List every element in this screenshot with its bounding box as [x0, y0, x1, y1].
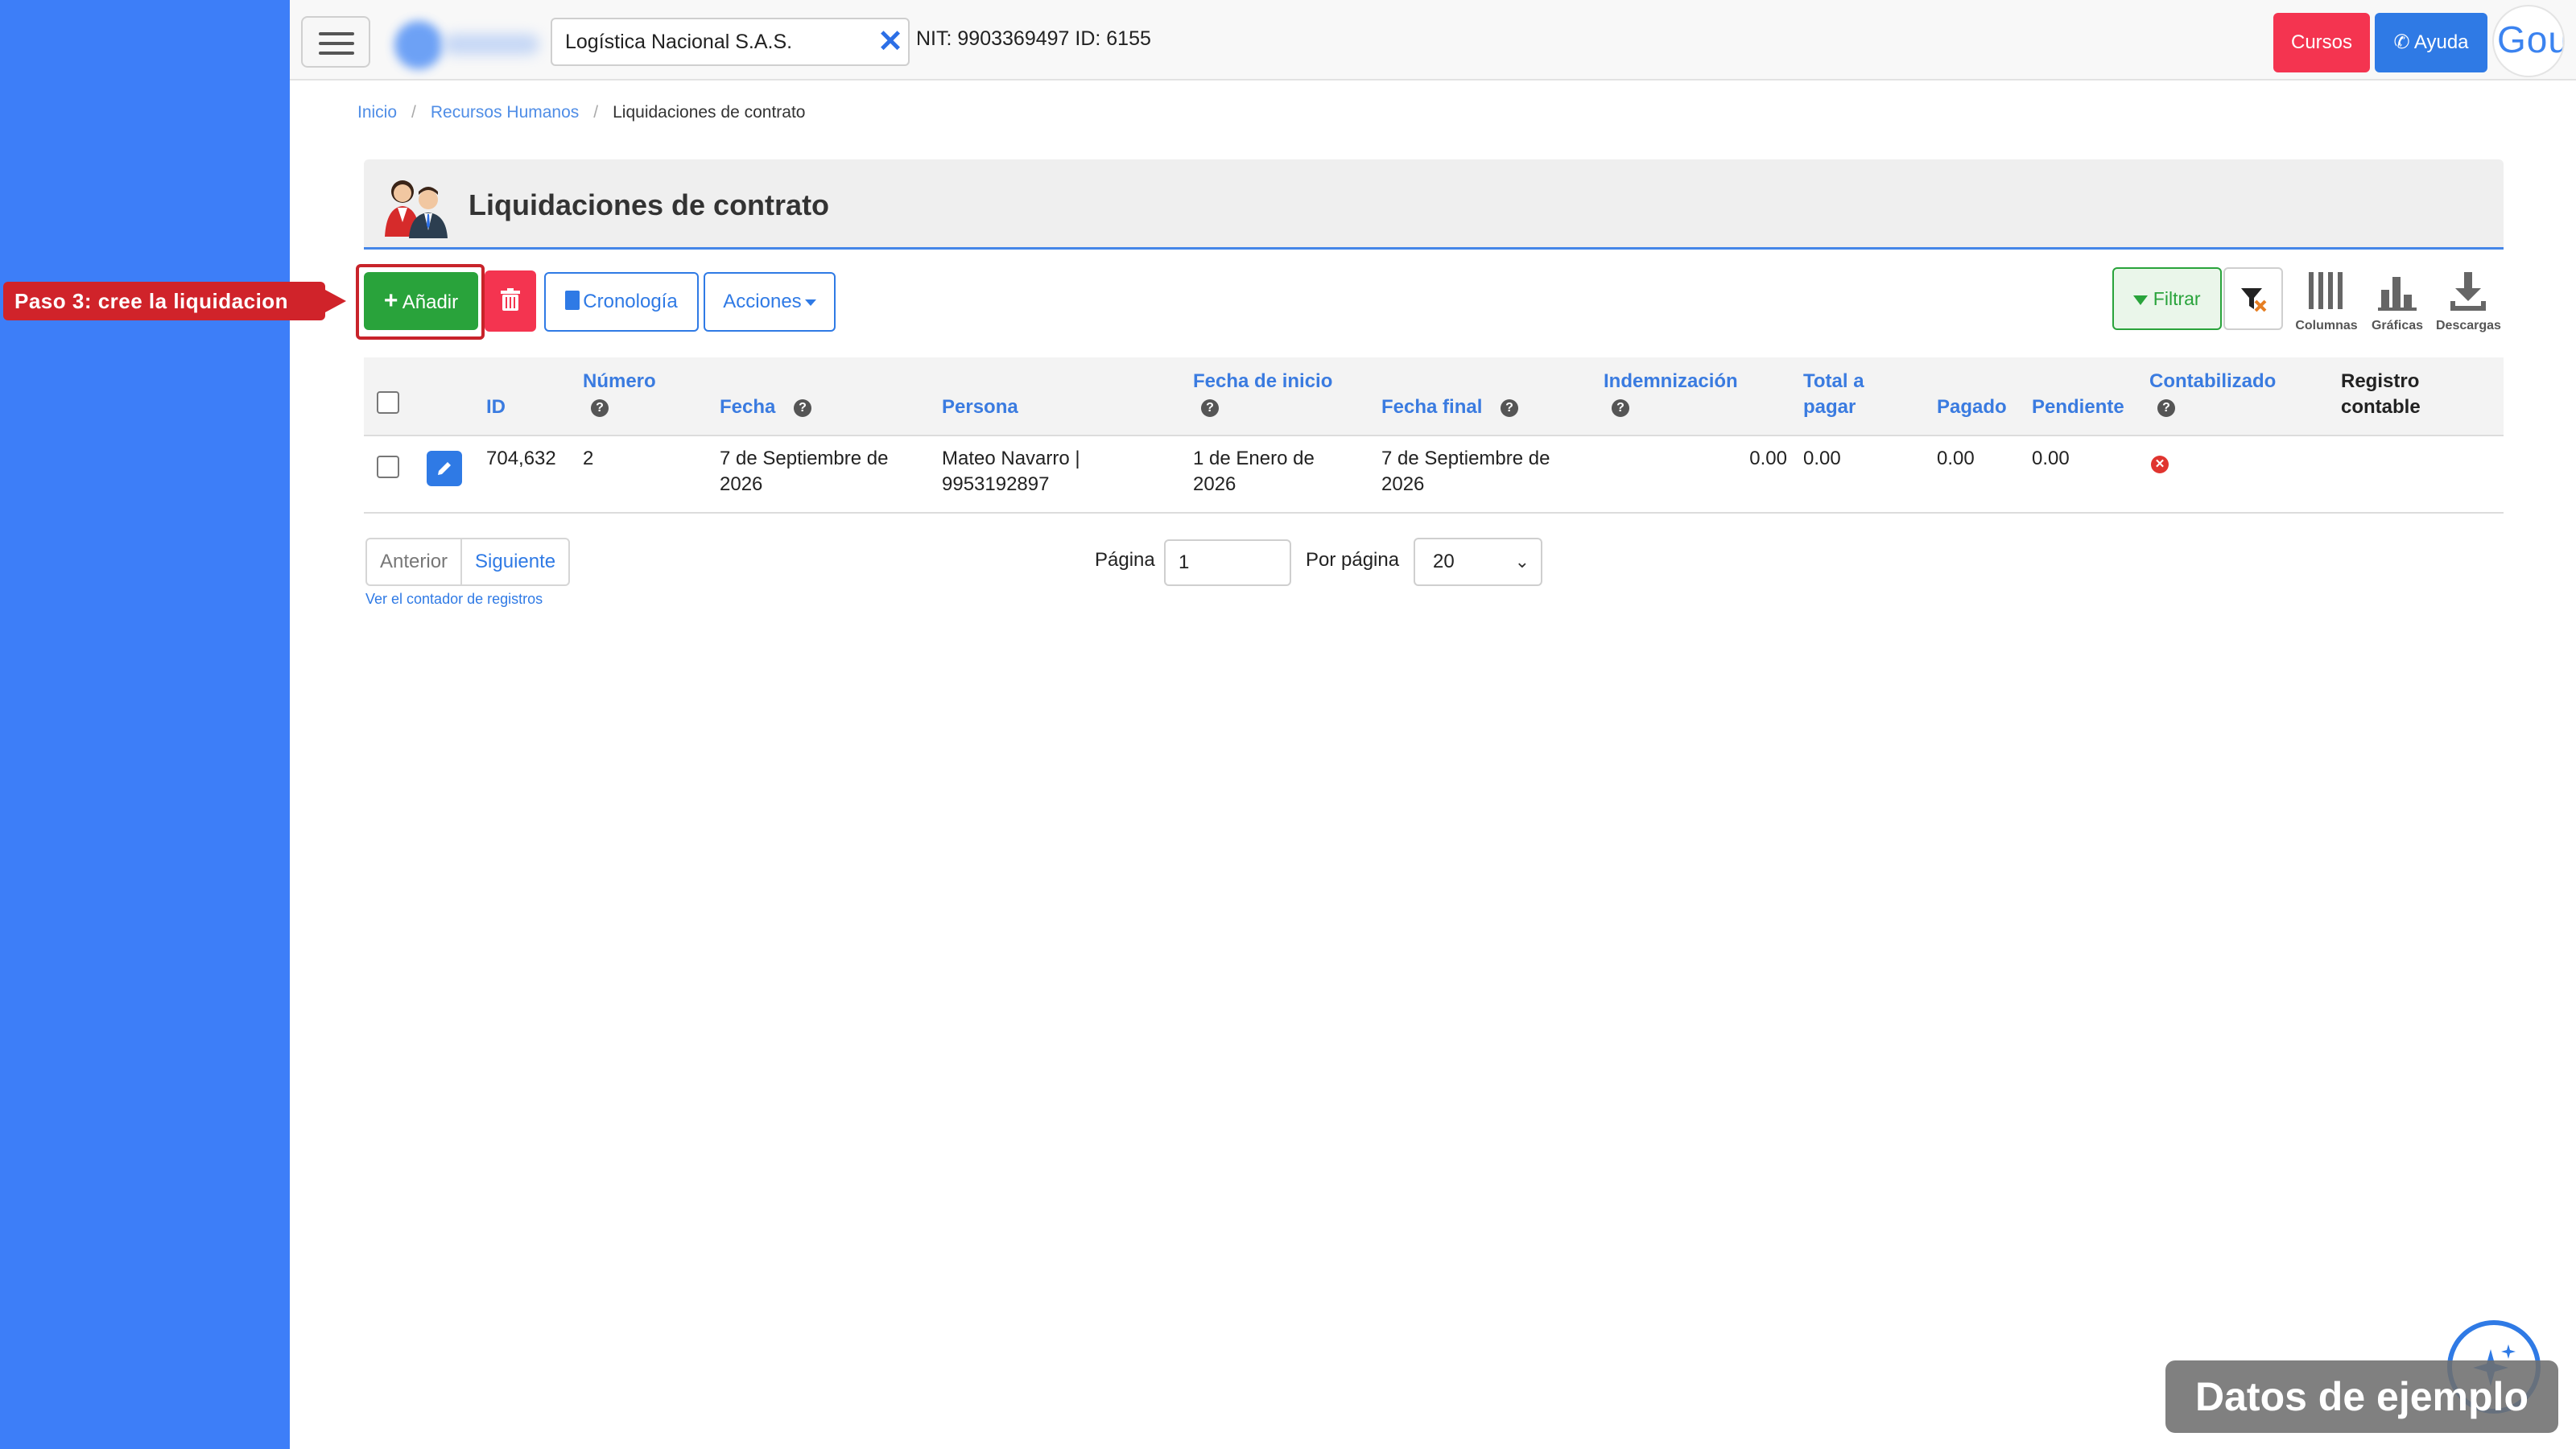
question-icon: ? [591, 398, 609, 417]
row-checkbox[interactable] [377, 456, 399, 478]
page-header: Liquidaciones de contrato [364, 159, 2504, 250]
ayuda-label: Ayuda [2413, 31, 2469, 53]
th-id[interactable]: ID [486, 394, 506, 420]
error-circle-icon: ✕ [2151, 456, 2169, 473]
table-row: 704,632 2 7 de Septiembre de 2026 Mateo N… [364, 436, 2504, 514]
cell-pagado: 0.00 [1937, 448, 1975, 469]
cell-fecha: 7 de Septiembre de 2026 [720, 448, 889, 495]
question-icon: ? [1501, 398, 1519, 417]
cell-numero: 2 [583, 448, 594, 469]
breadcrumb-inicio[interactable]: Inicio [357, 103, 397, 122]
filter-icon [2133, 295, 2149, 305]
filtrar-label: Filtrar [2153, 288, 2201, 309]
breadcrumb-recursos-humanos[interactable]: Recursos Humanos [431, 103, 579, 122]
pencil-icon [438, 462, 451, 475]
graficas-button[interactable]: Gráficas [2365, 272, 2429, 336]
top-navbar: Logística Nacional S.A.S. ✕ NIT: 9903369… [290, 0, 2576, 80]
columnas-button[interactable]: Columnas [2294, 272, 2359, 336]
book-icon [565, 291, 580, 310]
th-total-a-pagar[interactable]: Total a pagar [1803, 369, 1864, 420]
people-icon [385, 180, 448, 238]
question-icon: ? [1612, 398, 1629, 417]
acciones-dropdown[interactable]: Acciones [704, 272, 836, 332]
edit-row-button[interactable] [427, 451, 462, 486]
th-registro-contable: Registro contable [2341, 370, 2421, 418]
cell-fecha-final: 7 de Septiembre de 2026 [1381, 448, 1550, 495]
ayuda-button[interactable]: ✆ Ayuda [2375, 13, 2487, 72]
breadcrumb: Inicio / Recursos Humanos / Liquidaciones de… [357, 103, 806, 122]
user-avatar[interactable]: Gou [2492, 5, 2565, 77]
prev-page-button[interactable]: Anterior [367, 539, 463, 584]
cronologia-button[interactable]: Cronología [544, 272, 699, 332]
menu-icon [319, 32, 354, 35]
table-header: ID Número? Fecha ? Persona Fecha de inic… [364, 357, 2504, 436]
th-numero[interactable]: Número? [583, 369, 656, 420]
callout-arrow [325, 290, 346, 312]
left-sidebar [0, 0, 290, 1449]
avatar-text: Gou [2497, 19, 2565, 60]
menu-toggle-button[interactable] [301, 16, 370, 68]
th-fecha-final[interactable]: Fecha final ? [1381, 394, 1519, 420]
pagination: Anterior Siguiente [365, 538, 571, 586]
company-selector[interactable]: Logística Nacional S.A.S. ✕ [551, 18, 910, 66]
filtrar-button[interactable]: Filtrar [2112, 267, 2222, 330]
per-page-label: Por página [1306, 549, 1400, 571]
breadcrumb-current: Liquidaciones de contrato [613, 103, 806, 122]
add-button[interactable]: + Añadir [364, 272, 478, 330]
th-pendiente[interactable]: Pendiente [2032, 394, 2124, 420]
cell-fecha-inicio: 1 de Enero de 2026 [1193, 448, 1315, 495]
th-indemnizacion[interactable]: Indemnización? [1604, 369, 1738, 420]
company-name: Logística Nacional S.A.S. [565, 31, 793, 53]
select-all-checkbox[interactable] [377, 391, 399, 414]
cell-indemnizacion: 0.00 [1749, 448, 1787, 469]
page-label: Página [1095, 549, 1155, 571]
th-fecha-inicio[interactable]: Fecha de inicio? [1193, 369, 1332, 420]
record-counter-link[interactable]: Ver el contador de registros [365, 591, 543, 608]
trash-icon [501, 288, 520, 311]
clear-filter-button[interactable] [2223, 267, 2283, 330]
graficas-label: Gráficas [2371, 319, 2424, 332]
per-page-select[interactable]: 20 ⌄ [1414, 538, 1542, 586]
cronologia-label: Cronología [583, 291, 678, 312]
th-pagado[interactable]: Pagado [1937, 394, 2007, 420]
acciones-label: Acciones [723, 291, 802, 312]
page-title: Liquidaciones de contrato [469, 188, 830, 221]
cell-persona: Mateo Navarro | 9953192897 [942, 448, 1080, 495]
question-icon: ? [1201, 398, 1219, 417]
cell-pendiente: 0.00 [2032, 448, 2070, 469]
download-icon [2450, 272, 2486, 311]
chart-icon [2378, 277, 2417, 311]
columnas-label: Columnas [2295, 319, 2358, 332]
question-icon: ? [2157, 398, 2175, 417]
add-label: Añadir [402, 291, 459, 313]
caret-down-icon [804, 299, 816, 306]
plus-icon: + [383, 287, 398, 314]
app-logo[interactable] [394, 18, 543, 69]
step-callout: Paso 3: cree la liquidacion [3, 282, 325, 320]
next-page-button[interactable]: Siguiente [462, 539, 568, 584]
nit-info: NIT: 9903369497 ID: 6155 [916, 27, 1151, 50]
delete-button[interactable] [485, 270, 536, 332]
chevron-down-icon: ⌄ [1514, 551, 1530, 572]
sample-data-badge: Datos de ejemplo [2165, 1360, 2558, 1433]
th-persona[interactable]: Persona [942, 394, 1018, 420]
descargas-button[interactable]: Descargas [2436, 272, 2501, 336]
columns-icon [2309, 272, 2343, 309]
clear-filter-icon [2241, 288, 2267, 312]
page-number-input[interactable]: 1 [1164, 539, 1291, 586]
cursos-button[interactable]: Cursos [2273, 13, 2370, 72]
question-icon: ? [794, 398, 812, 417]
descargas-label: Descargas [2436, 319, 2501, 332]
th-fecha[interactable]: Fecha ? [720, 394, 812, 420]
cell-id: 704,632 [486, 448, 556, 469]
whatsapp-icon: ✆ [2393, 31, 2410, 53]
close-icon[interactable]: ✕ [877, 21, 903, 63]
per-page-value: 20 [1433, 551, 1455, 572]
cell-total: 0.00 [1803, 448, 1841, 469]
th-contabilizado[interactable]: Contabilizado? [2149, 369, 2276, 420]
